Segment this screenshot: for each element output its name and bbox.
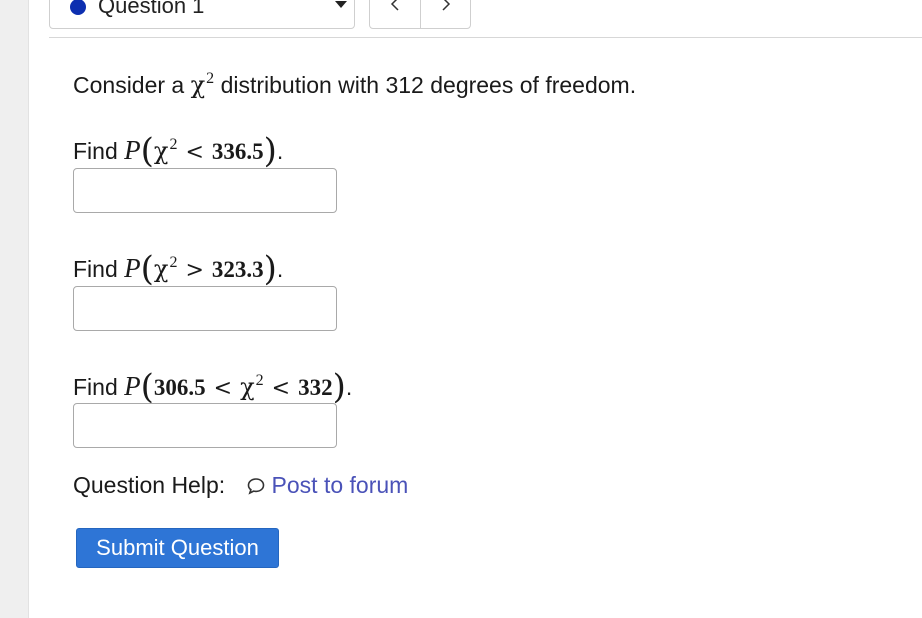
- part-3-lower-op: <: [213, 376, 233, 401]
- question-help: Question Help: Post to forum: [73, 470, 408, 500]
- part-1-open-paren: (: [140, 131, 154, 171]
- part-1-exp: 2: [169, 136, 178, 153]
- question-select[interactable]: Question 1: [49, 0, 355, 29]
- answer-3-input[interactable]: [73, 403, 337, 448]
- part-3-exp: 2: [255, 372, 264, 389]
- part-2-upper-op: >: [185, 258, 204, 283]
- part-3-close-paren: ): [332, 367, 346, 407]
- speech-bubble-icon: [247, 478, 264, 495]
- part-1-prefix: Find: [73, 138, 118, 164]
- intro-exponent: 2: [206, 70, 215, 87]
- part-3-lower: 306.5: [153, 375, 206, 400]
- part-2-upper: 323.3: [211, 257, 264, 282]
- next-question-button[interactable]: [419, 0, 471, 28]
- submit-question-button[interactable]: Submit Question: [76, 528, 279, 568]
- question-nav: [369, 0, 471, 29]
- part-2-prefix: Find: [73, 256, 118, 282]
- caret-down-icon: [335, 1, 347, 8]
- answer-2-input[interactable]: [73, 286, 337, 331]
- question-help-label: Question Help:: [73, 472, 226, 498]
- chevron-left-icon: [390, 0, 399, 11]
- part-2-end: .: [276, 256, 284, 282]
- part-1-upper-op: <: [185, 140, 204, 165]
- part-2-open-paren: (: [140, 249, 154, 289]
- part-3-end: .: [345, 374, 353, 400]
- part-2-p: P: [124, 253, 141, 283]
- part-1-upper: 336.5: [211, 139, 264, 164]
- part-2-prompt: Find P(χ2 >323.3).: [73, 248, 283, 286]
- previous-question-button[interactable]: [370, 0, 420, 28]
- intro-suffix: distribution with 312 degrees of freedom…: [220, 72, 637, 98]
- part-3-chi: χ: [240, 373, 255, 401]
- part-1-end: .: [276, 138, 284, 164]
- question-status-dot: [70, 0, 86, 15]
- part-3-prompt: Find P(306.5 < χ2 <332).: [73, 366, 352, 404]
- problem-intro: Consider a χ2 distribution with 312 degr…: [73, 64, 636, 100]
- chevron-right-icon: [441, 0, 450, 11]
- question-select-label: Question 1: [98, 0, 205, 18]
- part-1-p: P: [124, 135, 141, 165]
- part-1-chi: χ: [153, 137, 169, 165]
- part-2-exp: 2: [169, 254, 178, 271]
- answer-1-input[interactable]: [73, 168, 337, 213]
- intro-chi-symbol: χ: [190, 71, 206, 99]
- part-2-close-paren: ): [263, 249, 277, 289]
- part-3-prefix: Find: [73, 374, 118, 400]
- post-to-forum-label: Post to forum: [271, 472, 409, 498]
- part-1-prompt: Find P(χ2 <336.5).: [73, 130, 283, 168]
- part-3-upper-op: <: [271, 376, 291, 401]
- part-2-chi: χ: [153, 255, 169, 283]
- part-1-close-paren: ): [263, 131, 277, 171]
- left-rail: [0, 0, 29, 618]
- post-to-forum-link[interactable]: Post to forum: [246, 472, 409, 498]
- header-divider: [49, 37, 922, 38]
- intro-prefix: Consider a: [73, 72, 185, 98]
- part-3-open-paren: (: [140, 367, 154, 407]
- part-3-p: P: [124, 371, 141, 401]
- part-3-upper: 332: [298, 375, 333, 400]
